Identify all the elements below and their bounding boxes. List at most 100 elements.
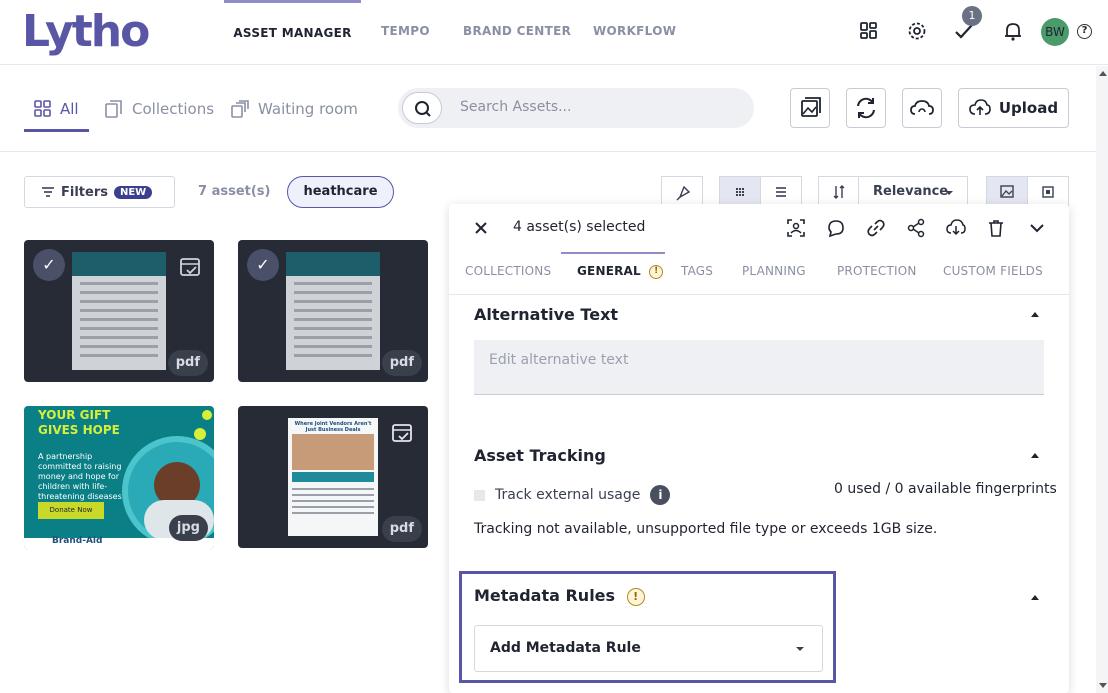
- active-tab-underline: [24, 129, 89, 132]
- grid-view-icon: [736, 188, 744, 196]
- search-button[interactable]: [402, 92, 442, 124]
- user-avatar[interactable]: BW: [1041, 18, 1069, 46]
- upload-label: Upload: [998, 99, 1059, 117]
- new-badge: NEW: [113, 185, 153, 199]
- fingerprint-count: 0 used / 0 available fingerprints: [834, 481, 1057, 497]
- cloud-download-icon[interactable]: [946, 218, 966, 238]
- search-placeholder: Search Assets...: [460, 99, 572, 115]
- nav-tab-brand-center[interactable]: BRAND CENTER: [463, 0, 571, 65]
- top-bar: Lytho ASSET MANAGER TEMPO BRAND CENTER W…: [0, 0, 1108, 65]
- asset-card[interactable]: Where Joint Vendors Aren't Just Business…: [238, 406, 428, 548]
- settings-gear-icon[interactable]: [906, 20, 928, 42]
- search-bar[interactable]: Search Assets...: [398, 88, 754, 128]
- comment-icon[interactable]: [826, 218, 846, 238]
- promo-donate-button: Donate Now: [38, 502, 104, 519]
- cloud-sync-button[interactable]: [902, 88, 942, 128]
- lytho-logo[interactable]: Lytho: [22, 6, 150, 57]
- image-gallery-icon: [801, 97, 821, 117]
- apps-grid-icon[interactable]: [858, 20, 880, 42]
- tab-collections-label: Collections: [132, 100, 215, 118]
- tab-tags[interactable]: TAGS: [681, 264, 713, 278]
- nav-tab-asset-manager[interactable]: ASSET MANAGER: [224, 0, 361, 65]
- add-metadata-rule-label: Add Metadata Rule: [490, 640, 641, 656]
- chevron-down-icon: [796, 647, 804, 651]
- sort-select-value: Relevance: [873, 184, 949, 199]
- share-icon[interactable]: [906, 218, 926, 238]
- collapse-caret-icon[interactable]: [1031, 312, 1039, 317]
- collections-icon: [105, 100, 122, 118]
- alt-text-placeholder: Edit alternative text: [489, 352, 629, 368]
- nav-tab-workflow[interactable]: WORKFLOW: [593, 0, 676, 65]
- file-type-badge: pdf: [167, 350, 208, 376]
- asset-card[interactable]: ✓ pdf: [238, 240, 428, 382]
- scroll-down-icon[interactable]: [1099, 683, 1107, 688]
- chevron-down-icon: [945, 191, 953, 195]
- pin-icon: [676, 185, 691, 201]
- tab-all[interactable]: All: [34, 100, 79, 118]
- cloud-upload-icon: [969, 99, 991, 115]
- promo-brand: Brand-Aid: [52, 536, 103, 546]
- tab-custom-fields[interactable]: CUSTOM FIELDS: [943, 264, 1043, 278]
- info-icon[interactable]: i: [650, 485, 671, 505]
- promo-headline: YOUR GIFT GIVES HOPE: [38, 408, 120, 437]
- file-type-badge: pdf: [381, 516, 422, 542]
- selected-check-icon[interactable]: ✓: [247, 249, 279, 281]
- track-usage-label: Track external usage: [495, 487, 641, 503]
- tab-protection[interactable]: PROTECTION: [837, 264, 917, 278]
- trash-icon[interactable]: [986, 218, 1006, 238]
- gallery-button[interactable]: [790, 88, 830, 128]
- page-scrollbar[interactable]: [1096, 66, 1108, 693]
- filters-button[interactable]: Filters NEW: [24, 176, 175, 208]
- alt-text-input[interactable]: Edit alternative text: [474, 340, 1044, 395]
- active-panel-tab-underline: [561, 252, 665, 254]
- warning-icon: !: [649, 264, 664, 279]
- doc-title: Where Joint Vendors Aren't Just Business…: [294, 421, 372, 433]
- grid-icon: [34, 100, 51, 117]
- tab-collections[interactable]: Collections: [104, 100, 214, 118]
- chevron-down-icon[interactable]: [1027, 218, 1047, 238]
- link-icon[interactable]: [866, 218, 886, 238]
- asset-thumbnail: [286, 252, 380, 370]
- nav-tab-tempo[interactable]: TEMPO: [381, 0, 430, 65]
- promo-dots: [174, 406, 214, 446]
- collapse-caret-icon[interactable]: [1031, 453, 1039, 458]
- alt-text-heading: Alternative Text: [474, 305, 619, 324]
- scroll-up-icon[interactable]: [1099, 71, 1107, 76]
- file-type-badge: pdf: [381, 350, 422, 376]
- asset-card[interactable]: ✓ pdf: [24, 240, 214, 382]
- image-small-icon: [1042, 186, 1054, 198]
- panel-divider: [449, 294, 1069, 295]
- notification-badge: 1: [962, 6, 982, 26]
- bell-icon[interactable]: [1002, 20, 1024, 42]
- tab-planning[interactable]: PLANNING: [742, 264, 806, 278]
- asset-thumbnail: [72, 252, 166, 370]
- asset-card[interactable]: YOUR GIFT GIVES HOPE A partnership commi…: [24, 406, 214, 549]
- calendar-check-icon[interactable]: [386, 416, 418, 448]
- tab-waiting-room[interactable]: Waiting room: [230, 100, 358, 118]
- selected-check-icon[interactable]: ✓: [33, 249, 65, 281]
- help-icon[interactable]: ?: [1077, 24, 1092, 39]
- waiting-room-icon: [231, 100, 249, 118]
- close-icon[interactable]: [471, 218, 491, 238]
- filter-chip-heathcare[interactable]: heathcare: [287, 176, 394, 208]
- face-recognition-icon[interactable]: [786, 218, 806, 238]
- asset-count: 7 asset(s): [198, 184, 271, 199]
- tracking-note: Tracking not available, unsupported file…: [474, 521, 938, 537]
- tab-all-label: All: [60, 100, 79, 118]
- track-usage-checkbox[interactable]: [474, 489, 485, 501]
- refresh-button[interactable]: [846, 88, 886, 128]
- selection-count: 4 asset(s) selected: [513, 219, 646, 235]
- asset-tracking-heading: Asset Tracking: [474, 446, 606, 465]
- tab-general[interactable]: GENERAL !: [577, 264, 664, 279]
- upload-button[interactable]: Upload: [958, 88, 1069, 128]
- list-view-icon: [776, 187, 786, 197]
- tab-collections[interactable]: COLLECTIONS: [465, 264, 551, 278]
- add-metadata-rule-select[interactable]: Add Metadata Rule: [474, 625, 823, 672]
- sort-arrows-icon: [833, 185, 845, 199]
- calendar-check-icon[interactable]: [176, 252, 204, 280]
- file-type-badge: jpg: [168, 515, 208, 541]
- filter-lines-icon: [42, 187, 54, 197]
- collapse-caret-icon[interactable]: [1031, 595, 1039, 600]
- cloud-sync-icon: [910, 100, 934, 115]
- refresh-icon: [857, 97, 875, 119]
